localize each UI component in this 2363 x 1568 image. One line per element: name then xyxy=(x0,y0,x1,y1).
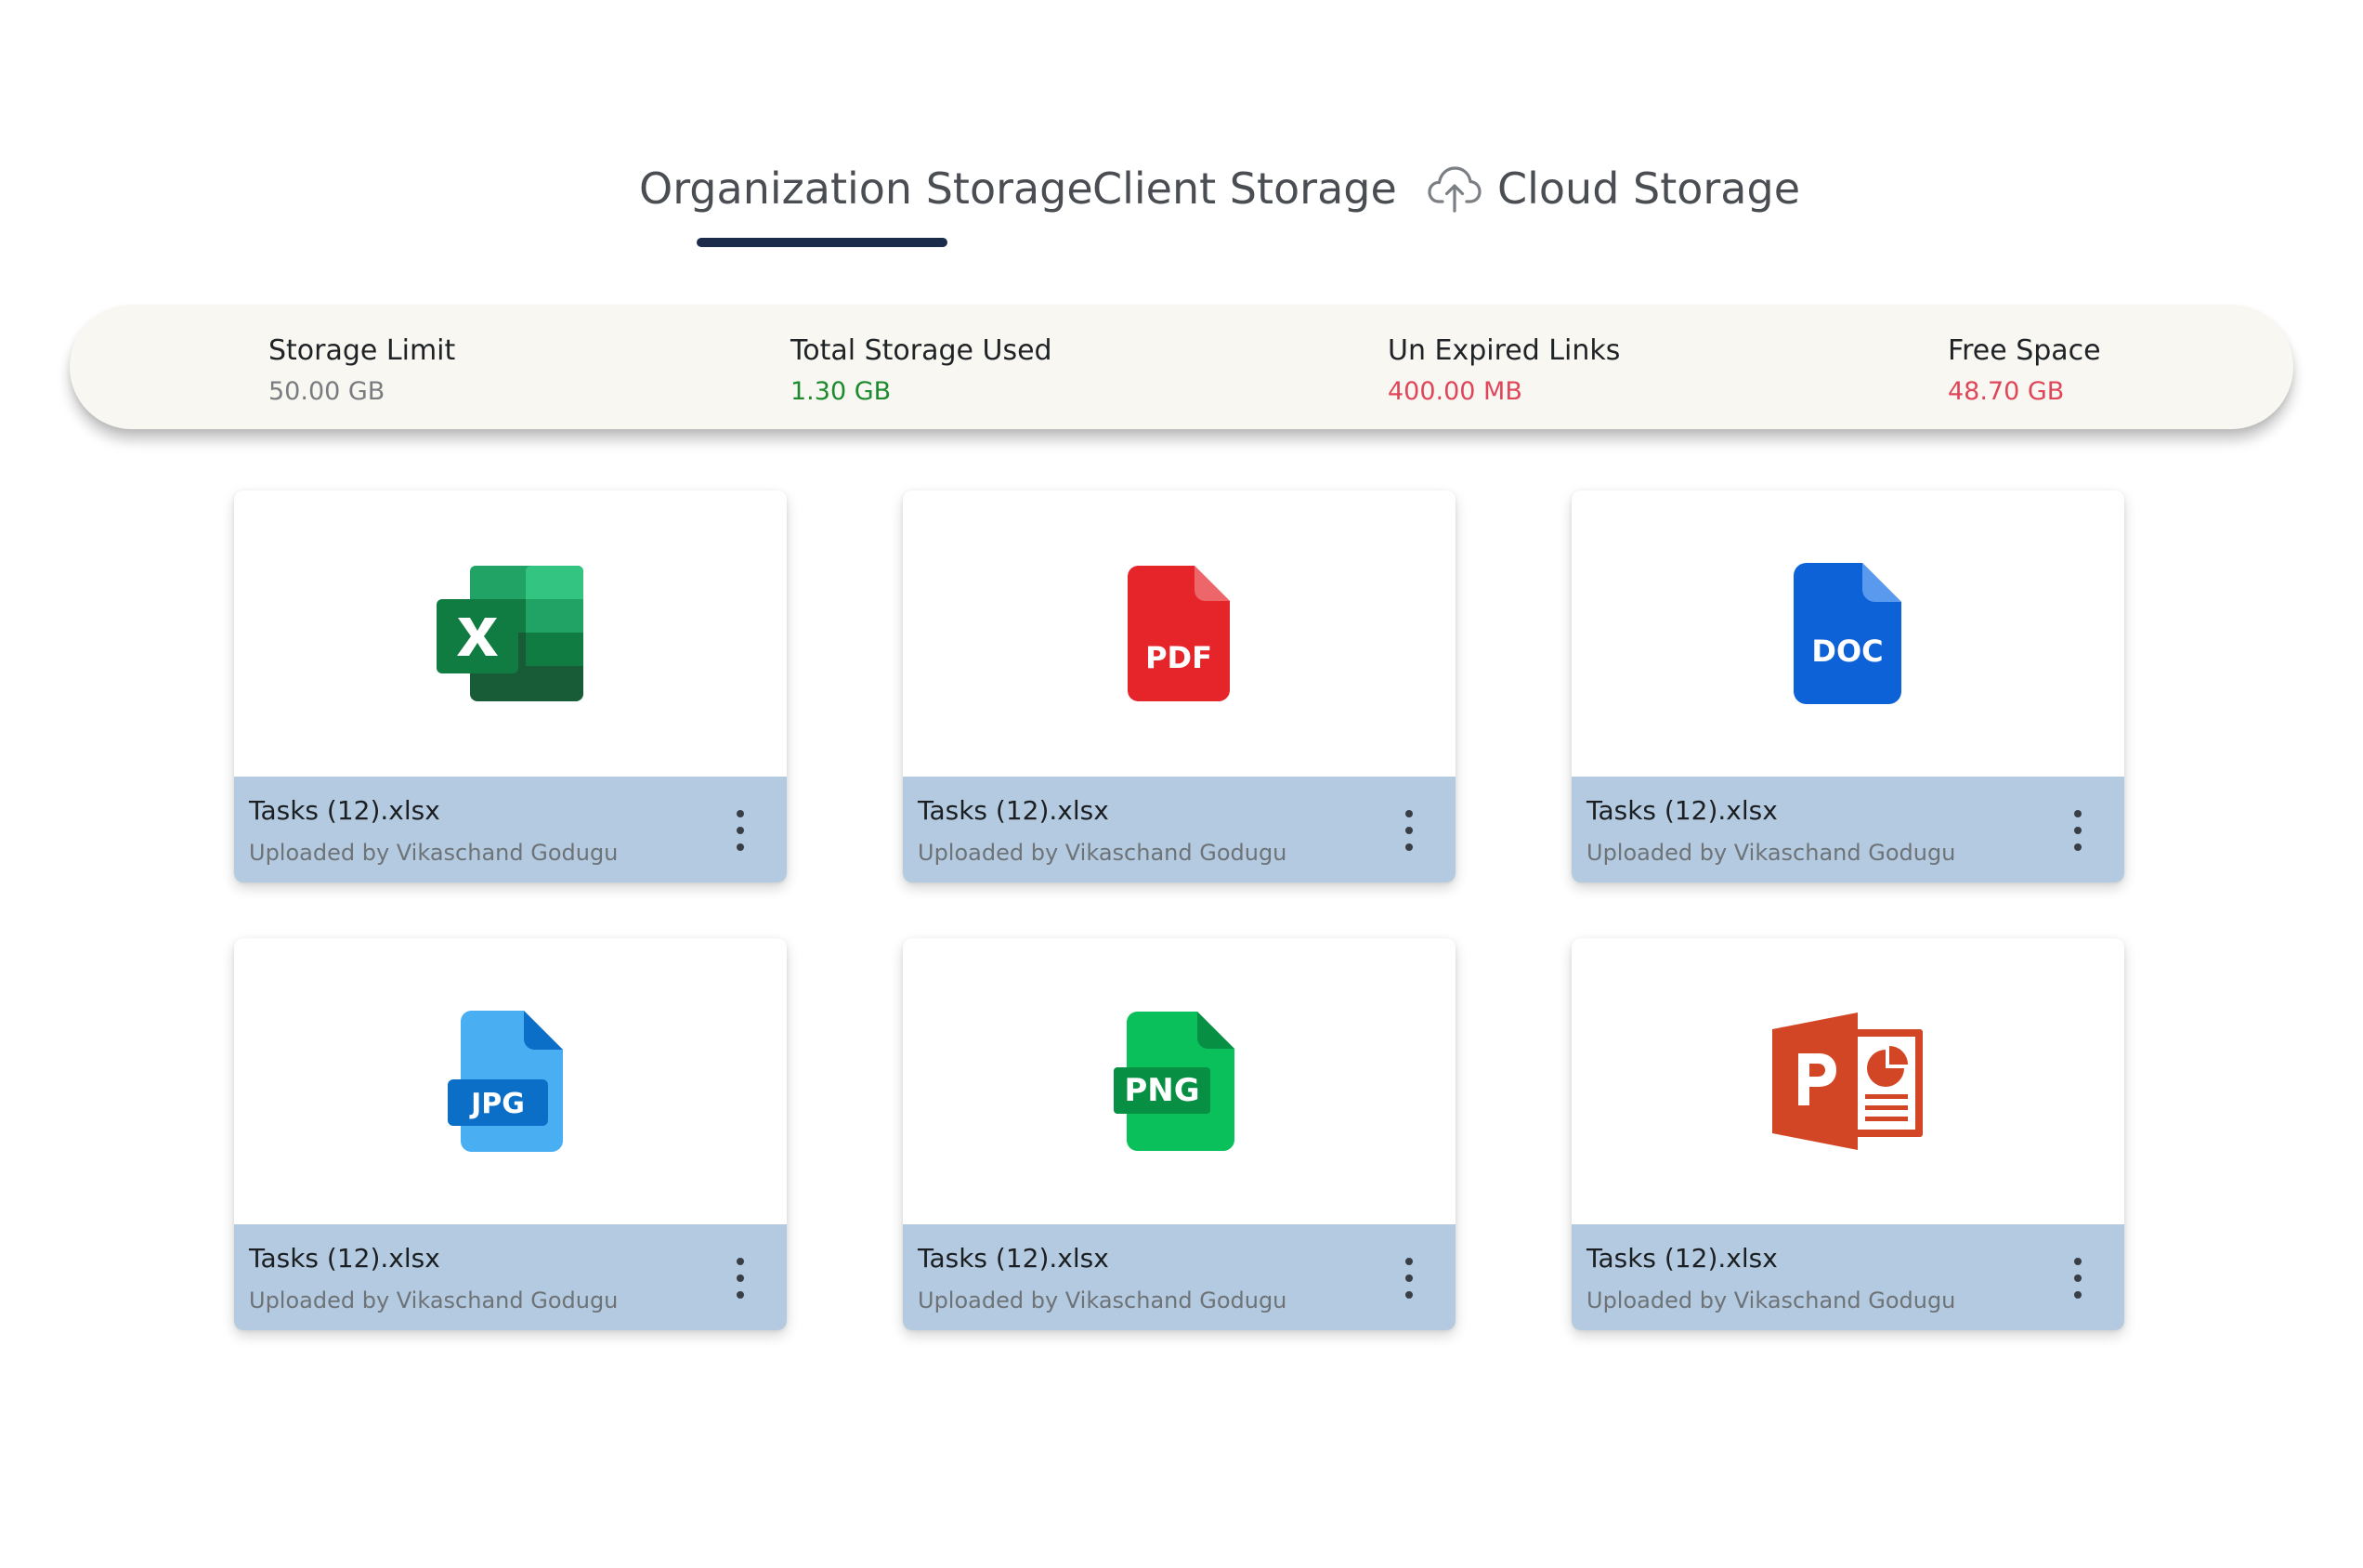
file-info: Tasks (12).xlsx Uploaded by Vikaschand G… xyxy=(1572,777,2124,882)
more-options-button[interactable] xyxy=(2067,810,2089,851)
file-card[interactable]: Tasks (12).xlsx Uploaded by Vikaschand G… xyxy=(234,490,787,882)
file-uploader: Uploaded by Vikaschand Godugu xyxy=(1586,1287,1956,1313)
more-vertical-icon xyxy=(1405,827,1413,834)
storage-tabs: Organization Storage Client Storage Clou… xyxy=(0,139,2363,251)
storage-stats-bar: Storage Limit 50.00 GB Total Storage Use… xyxy=(70,305,2293,429)
stat-value: 48.70 GB xyxy=(1948,377,2065,406)
file-uploader: Uploaded by Vikaschand Godugu xyxy=(918,1287,1287,1313)
png-file-icon: PNG xyxy=(1113,1012,1234,1151)
more-vertical-icon xyxy=(737,810,744,817)
file-name: Tasks (12).xlsx xyxy=(918,795,1109,826)
file-card[interactable]: PNG Tasks (12).xlsx Uploaded by Vikascha… xyxy=(903,938,1456,1330)
powerpoint-file-icon xyxy=(1771,1013,1923,1150)
more-vertical-icon xyxy=(737,827,744,834)
file-type-badge: JPG xyxy=(469,1088,525,1120)
jpg-file-icon: JPG xyxy=(447,1011,563,1152)
more-vertical-icon xyxy=(1405,1258,1413,1265)
more-vertical-icon xyxy=(737,1291,744,1299)
more-options-button[interactable] xyxy=(1398,1258,1420,1299)
file-type-badge: PDF xyxy=(1145,640,1212,675)
file-uploader: Uploaded by Vikaschand Godugu xyxy=(249,840,619,866)
stat-label: Storage Limit xyxy=(268,334,456,367)
tab-client-storage[interactable]: Client Storage xyxy=(1092,156,1397,221)
file-preview: JPG xyxy=(234,938,787,1224)
more-vertical-icon xyxy=(2074,1274,2082,1282)
file-info: Tasks (12).xlsx Uploaded by Vikaschand G… xyxy=(903,1224,1456,1330)
pdf-file-icon: PDF xyxy=(1127,566,1230,701)
file-preview xyxy=(234,490,787,777)
file-name: Tasks (12).xlsx xyxy=(1586,795,1778,826)
cloud-upload-icon xyxy=(1428,166,1482,213)
doc-file-icon: DOC xyxy=(1793,563,1901,704)
file-info: Tasks (12).xlsx Uploaded by Vikaschand G… xyxy=(903,777,1456,882)
file-preview: PNG xyxy=(903,938,1456,1224)
file-info: Tasks (12).xlsx Uploaded by Vikaschand G… xyxy=(234,1224,787,1330)
more-vertical-icon xyxy=(1405,1274,1413,1282)
more-options-button[interactable] xyxy=(729,810,751,851)
tab-organization-storage[interactable]: Organization Storage xyxy=(639,156,1093,221)
stat-value: 50.00 GB xyxy=(268,377,385,406)
stat-value: 1.30 GB xyxy=(790,377,892,406)
file-uploader: Uploaded by Vikaschand Godugu xyxy=(918,840,1287,866)
tab-label: Organization Storage xyxy=(639,163,1093,214)
tab-cloud-storage[interactable]: Cloud Storage xyxy=(1427,156,1800,221)
file-preview xyxy=(1572,938,2124,1224)
file-card[interactable]: DOC Tasks (12).xlsx Uploaded by Vikascha… xyxy=(1572,490,2124,882)
file-card[interactable]: PDF Tasks (12).xlsx Uploaded by Vikascha… xyxy=(903,490,1456,882)
file-name: Tasks (12).xlsx xyxy=(918,1243,1109,1274)
file-card[interactable]: Tasks (12).xlsx Uploaded by Vikaschand G… xyxy=(1572,938,2124,1330)
file-type-badge: PNG xyxy=(1124,1072,1199,1109)
stat-total-storage-used: Total Storage Used 1.30 GB xyxy=(790,333,1052,411)
more-vertical-icon xyxy=(1405,1291,1413,1299)
more-vertical-icon xyxy=(737,843,744,851)
stat-label: Free Space xyxy=(1948,334,2101,367)
more-options-button[interactable] xyxy=(729,1258,751,1299)
more-vertical-icon xyxy=(2074,827,2082,834)
more-vertical-icon xyxy=(2074,843,2082,851)
file-info: Tasks (12).xlsx Uploaded by Vikaschand G… xyxy=(1572,1224,2124,1330)
file-name: Tasks (12).xlsx xyxy=(1586,1243,1778,1274)
more-vertical-icon xyxy=(2074,1291,2082,1299)
stat-free-space: Free Space 48.70 GB xyxy=(1948,333,2101,411)
more-vertical-icon xyxy=(2074,810,2082,817)
more-vertical-icon xyxy=(2074,1258,2082,1265)
more-options-button[interactable] xyxy=(2067,1258,2089,1299)
file-preview: PDF xyxy=(903,490,1456,777)
stat-label: Total Storage Used xyxy=(790,334,1052,367)
file-uploader: Uploaded by Vikaschand Godugu xyxy=(249,1287,619,1313)
stat-value: 400.00 MB xyxy=(1388,377,1522,406)
tab-label: Client Storage xyxy=(1092,163,1397,214)
more-vertical-icon xyxy=(737,1274,744,1282)
file-type-badge: DOC xyxy=(1811,634,1883,669)
more-vertical-icon xyxy=(737,1258,744,1265)
tab-label: Cloud Storage xyxy=(1497,163,1800,214)
more-vertical-icon xyxy=(1405,843,1413,851)
file-name: Tasks (12).xlsx xyxy=(249,795,440,826)
file-uploader: Uploaded by Vikaschand Godugu xyxy=(1586,840,1956,866)
more-options-button[interactable] xyxy=(1398,810,1420,851)
active-tab-indicator xyxy=(697,238,947,247)
file-preview: DOC xyxy=(1572,490,2124,777)
stat-storage-limit: Storage Limit 50.00 GB xyxy=(268,333,455,411)
file-info: Tasks (12).xlsx Uploaded by Vikaschand G… xyxy=(234,777,787,882)
file-name: Tasks (12).xlsx xyxy=(249,1243,440,1274)
stat-unexpired-links: Un Expired Links 400.00 MB xyxy=(1388,333,1620,411)
file-card[interactable]: JPG Tasks (12).xlsx Uploaded by Vikascha… xyxy=(234,938,787,1330)
excel-file-icon xyxy=(436,566,583,701)
more-vertical-icon xyxy=(1405,810,1413,817)
stat-label: Un Expired Links xyxy=(1388,334,1621,367)
